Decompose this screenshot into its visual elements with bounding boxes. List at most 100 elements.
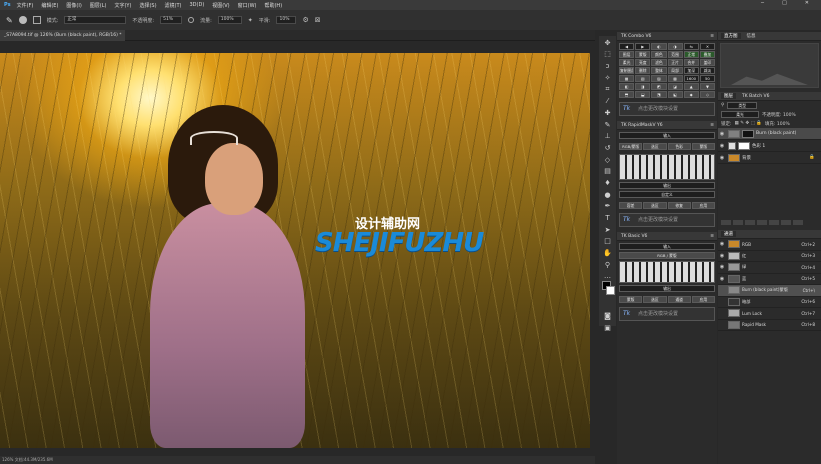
- layer-row[interactable]: ◉ Burn (black paint): [718, 128, 821, 140]
- channel-row[interactable]: Burn (black paint)蒙版 Ctrl+\: [718, 285, 821, 297]
- magic-wand-tool-icon[interactable]: ✧: [603, 73, 613, 83]
- tk-combo-btn[interactable]: ◩: [651, 83, 667, 90]
- new-layer-icon[interactable]: [781, 219, 791, 225]
- menu-edit[interactable]: 编辑(E): [41, 2, 58, 9]
- airbrush-icon[interactable]: ✦: [248, 17, 253, 24]
- tk-combo-btn[interactable]: 局部: [667, 67, 683, 74]
- channel-row[interactable]: ◉ 红 Ctrl+3: [718, 251, 821, 262]
- lasso-tool-icon[interactable]: ↄ: [603, 61, 613, 71]
- link-layers-icon[interactable]: [721, 219, 731, 225]
- channel-name[interactable]: 红: [742, 253, 746, 259]
- tk-combo-btn[interactable]: 加深: [683, 67, 699, 74]
- menu-image[interactable]: 图像(I): [66, 2, 81, 9]
- trash-icon[interactable]: [793, 219, 803, 225]
- tk-rapid-module-slot[interactable]: 点击更改模块设置: [619, 213, 715, 227]
- tk-combo-btn[interactable]: 删除: [635, 67, 651, 74]
- tk-basic-btn[interactable]: 通道: [667, 296, 691, 303]
- pressure-opacity-icon[interactable]: [188, 17, 195, 23]
- menu-view[interactable]: 视图(V): [212, 2, 229, 9]
- panel-menu-icon[interactable]: ≡: [710, 32, 714, 41]
- layer-mask-thumbnail[interactable]: [738, 141, 750, 150]
- tk-combo-btn[interactable]: ▼: [699, 83, 715, 90]
- menu-window[interactable]: 窗口(W): [238, 2, 257, 9]
- more-tools-icon[interactable]: …: [603, 271, 613, 281]
- tk-combo-btn[interactable]: ◪: [667, 83, 683, 90]
- tk-rapid-btn[interactable]: 容差: [619, 202, 643, 209]
- healing-tool-icon[interactable]: ✚: [603, 108, 613, 118]
- tk-basic-btn[interactable]: 应用: [691, 296, 715, 303]
- visibility-eye-icon[interactable]: ◉: [718, 131, 726, 137]
- visibility-eye-icon[interactable]: ◉: [718, 253, 726, 259]
- panel-menu-icon[interactable]: ≡: [710, 232, 714, 241]
- pen-tool-icon[interactable]: ✒: [603, 201, 613, 211]
- visibility-eye-icon[interactable]: ◉: [718, 276, 726, 282]
- tk-combo-btn[interactable]: ▲: [683, 83, 699, 90]
- minimize-button[interactable]: ─: [761, 0, 764, 6]
- marquee-tool-icon[interactable]: ⬚: [603, 49, 613, 59]
- menu-type[interactable]: 文字(Y): [114, 2, 131, 9]
- lock-icons[interactable]: ▦ ✎ ✥ ⬚ 🔒: [735, 121, 762, 126]
- tk-rapid-btn[interactable]: 蒙版: [691, 143, 715, 150]
- channel-name[interactable]: 绿: [742, 264, 746, 270]
- canvas-area[interactable]: 设计辅助网 SHEJIFUZHU: [0, 41, 595, 456]
- tk-rapid-btn[interactable]: 选区: [643, 143, 667, 150]
- tk-combo-btn[interactable]: 50: [699, 75, 715, 82]
- shape-tool-icon[interactable]: □: [603, 236, 613, 246]
- blur-tool-icon[interactable]: ♦: [603, 178, 613, 188]
- tk-combo-btn[interactable]: ◇: [699, 91, 715, 98]
- channel-name[interactable]: 蓝: [742, 276, 746, 282]
- tk-combo-btn[interactable]: ◆: [683, 91, 699, 98]
- tk-combo-btn[interactable]: ◐: [651, 43, 667, 50]
- tk-combo-btn[interactable]: 正常: [683, 51, 699, 58]
- tab-tk-batch[interactable]: TK Batch V6: [742, 94, 769, 99]
- visibility-eye-icon[interactable]: ◉: [718, 143, 726, 149]
- tk-combo-btn[interactable]: 叠加: [699, 51, 715, 58]
- channel-row[interactable]: Rapid Mask Ctrl+8: [718, 320, 821, 331]
- eyedropper-tool-icon[interactable]: ⁄: [603, 96, 613, 106]
- eraser-tool-icon[interactable]: ◇: [603, 155, 613, 165]
- layer-name[interactable]: Burn (black paint): [756, 131, 796, 136]
- brush-tool-icon[interactable]: ✎: [603, 120, 613, 130]
- menu-3d[interactable]: 3D(D): [190, 2, 205, 8]
- brush-preset-icon[interactable]: [18, 16, 27, 24]
- type-tool-icon[interactable]: T: [603, 213, 613, 223]
- layer-fill[interactable]: 填充: 100%: [765, 121, 790, 127]
- tk-basic-btn[interactable]: 选区: [643, 296, 667, 303]
- menu-help[interactable]: 帮助(H): [264, 2, 282, 9]
- tk-combo-btn[interactable]: ⬕: [667, 91, 683, 98]
- tk-combo-btn[interactable]: 合并: [683, 59, 699, 66]
- channel-name[interactable]: Rapid Mask: [742, 322, 766, 327]
- tk-combo-module-slot[interactable]: 点击更改模块设置: [619, 102, 715, 116]
- visibility-eye-icon[interactable]: ◉: [718, 241, 726, 247]
- tab-histogram[interactable]: 直方图: [721, 33, 741, 39]
- photo-canvas[interactable]: 设计辅助网 SHEJIFUZHU: [0, 53, 590, 448]
- adjustment-layer-icon[interactable]: [757, 219, 767, 225]
- tk-basic-module-slot[interactable]: 点击更改模块设置: [619, 307, 715, 321]
- move-tool-icon[interactable]: ✥: [603, 38, 613, 48]
- tk-combo-btn[interactable]: ◀: [619, 43, 635, 50]
- channel-name[interactable]: Burn (black paint)蒙版: [742, 287, 788, 293]
- visibility-eye-icon[interactable]: ◉: [718, 264, 726, 270]
- tk-combo-btn[interactable]: 整体: [651, 67, 667, 74]
- tk-combo-btn[interactable]: ✕: [699, 43, 715, 50]
- fx-icon[interactable]: [733, 219, 743, 225]
- path-select-icon[interactable]: ➤: [603, 225, 613, 235]
- tk-basic-rgb-button[interactable]: RGB / 蒙版: [619, 252, 715, 259]
- layer-kind-select[interactable]: 类型: [727, 102, 758, 109]
- tk-combo-btn[interactable]: ⇆: [683, 43, 699, 50]
- menu-select[interactable]: 选择(S): [139, 2, 156, 9]
- zoom-tool-icon[interactable]: ⚲: [603, 260, 613, 270]
- tk-combo-btn[interactable]: 范围: [667, 51, 683, 58]
- hand-tool-icon[interactable]: ✋: [603, 248, 613, 258]
- tk-combo-btn[interactable]: 亮度: [635, 59, 651, 66]
- menu-file[interactable]: 文件(F): [17, 2, 34, 9]
- tk-combo-btn[interactable]: 柔光: [619, 59, 635, 66]
- tk-combo-btn[interactable]: 正片: [667, 59, 683, 66]
- crop-tool-icon[interactable]: ⌗: [603, 84, 613, 94]
- stamp-tool-icon[interactable]: ⊥: [603, 131, 613, 141]
- tab-layers[interactable]: 图层: [721, 93, 736, 99]
- tk-combo-btn[interactable]: ▩: [667, 75, 683, 82]
- history-brush-icon[interactable]: ↺: [603, 143, 613, 153]
- layer-mask-thumbnail[interactable]: [742, 129, 754, 138]
- symmetry-icon[interactable]: ⊠: [315, 16, 321, 24]
